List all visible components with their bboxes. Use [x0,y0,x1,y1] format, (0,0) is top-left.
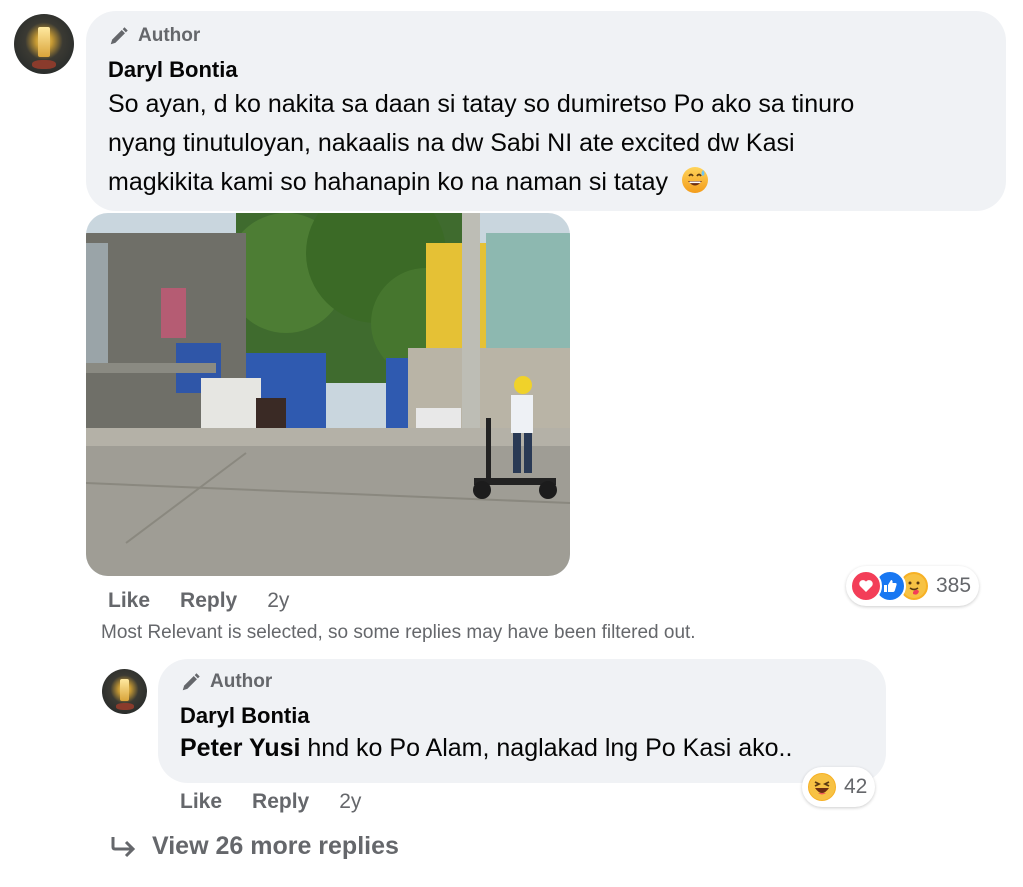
reply-button[interactable]: Reply [180,589,237,613]
reply-reaction-summary[interactable]: 42 [802,767,876,807]
author-badge: Author [108,25,984,47]
reaction-summary[interactable]: 385 [846,566,980,606]
author-badge-label: Author [138,25,201,46]
author-badge: Author [180,671,864,693]
reply-bubble: Author Daryl Bontia Peter Yusi hnd ko Po… [158,659,886,783]
commenter-name[interactable]: Daryl Bontia [108,57,984,83]
haha-icon [806,771,838,803]
pen-icon [182,673,200,691]
grinning-sweat-emoji-icon [681,166,709,194]
comment-line: magkikita kami so hahanapin ko na naman … [108,163,984,202]
comment-timestamp[interactable]: 2y [267,589,289,613]
reply-commenter-name[interactable]: Daryl Bontia [180,703,864,729]
comment-bubble: Author Daryl Bontia So ayan, d ko nakita… [86,11,1006,211]
mention-link[interactable]: Peter Yusi [180,734,300,762]
view-more-label: View 26 more replies [152,832,399,860]
reply-arrow-icon [111,836,136,857]
reply-reply-button[interactable]: Reply [252,790,309,814]
reply-like-button[interactable]: Like [180,790,222,814]
street-photo [86,213,570,576]
reply-timestamp[interactable]: 2y [339,790,361,814]
reply-reaction-count: 42 [844,775,868,798]
comment-line: nyang tinutuloyan, nakaalis na dw Sabi N… [108,129,795,157]
love-icon [850,570,882,602]
reply-text: Peter Yusi hnd ko Po Alam, naglakad lng … [180,729,864,768]
comment-actions: Like Reply 2y [108,589,289,613]
comment-line: So ayan, d ko nakita sa daan si tatay so… [108,90,855,118]
reply-body: hnd ko Po Alam, naglakad lng Po Kasi ako… [300,734,793,762]
comment-text: So ayan, d ko nakita sa daan si tatay so… [108,85,984,202]
pen-icon [110,27,128,45]
comment-photo[interactable] [86,213,570,576]
avatar[interactable] [14,14,74,74]
reaction-count: 385 [936,574,972,597]
reply-avatar[interactable] [102,669,147,714]
reply-actions: Like Reply 2y [180,790,361,814]
filter-notice: Most Relevant is selected, so some repli… [101,622,696,643]
view-more-replies[interactable]: View 26 more replies [110,832,399,861]
author-badge-label: Author [210,671,273,692]
like-button[interactable]: Like [108,589,150,613]
